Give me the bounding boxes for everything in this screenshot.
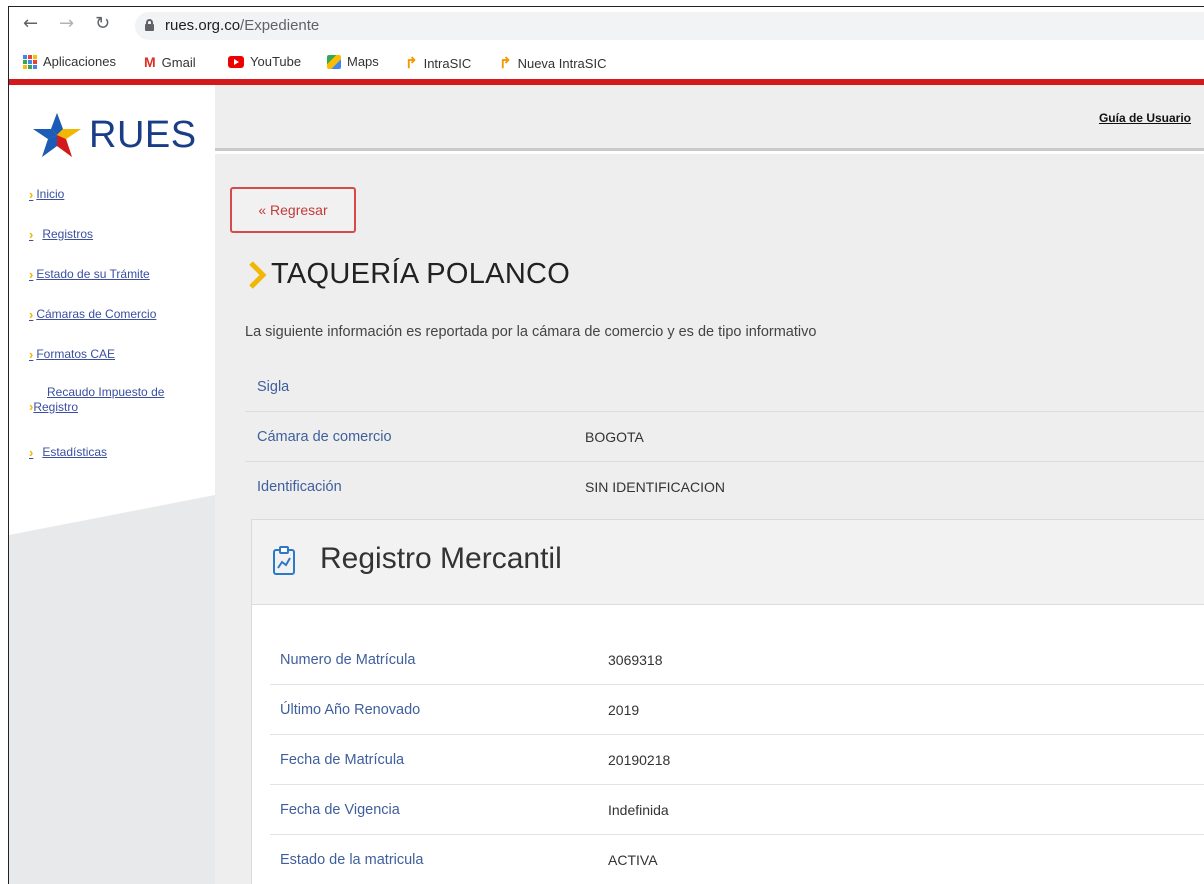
rues-logo[interactable]: RUES xyxy=(31,111,197,159)
main-content: « Regresar TAQUERÍA POLANCO La siguiente… xyxy=(215,154,1204,884)
sidebar-item-registros[interactable]: › Registros xyxy=(29,227,93,242)
maps-icon xyxy=(327,54,341,69)
sidebar-item-recaudo[interactable]: Recaudo Impuesto de ›Registro xyxy=(29,385,164,414)
registro-row: Fecha de Matrícula 20190218 xyxy=(270,735,1204,785)
logo-text: RUES xyxy=(89,113,197,156)
site-header: Guía de Usuario xyxy=(215,85,1204,151)
registro-row: Último Año Renovado 2019 xyxy=(270,685,1204,735)
rues-star-icon xyxy=(33,113,81,157)
user-guide-link[interactable]: Guía de Usuario xyxy=(1099,111,1191,125)
card-header: Registro Mercantil xyxy=(252,520,1204,605)
page-title-row: TAQUERÍA POLANCO xyxy=(247,258,570,291)
address-bar[interactable]: rues.org.co/Expediente xyxy=(135,12,1204,40)
registro-row: Estado de la matricula ACTIVA xyxy=(270,835,1204,884)
bookmark-nueva-intrasic[interactable]: ↱ Nueva IntraSIC xyxy=(499,54,606,72)
card-title: Registro Mercantil xyxy=(320,542,562,575)
sidebar: RUES › Inicio › Registros › Estado de su… xyxy=(9,85,215,884)
info-row-sigla: Sigla xyxy=(245,362,1204,412)
chevron-right-icon xyxy=(249,260,267,289)
sidebar-item-estadisticas[interactable]: › Estadísticas xyxy=(29,445,107,460)
reload-icon[interactable]: ↻ xyxy=(95,13,110,34)
registro-row: Numero de Matrícula 3069318 xyxy=(270,635,1204,685)
sidebar-panel xyxy=(9,85,215,535)
bookmark-maps[interactable]: Maps xyxy=(327,54,379,69)
apps-grid-icon xyxy=(23,54,37,69)
intrasic-icon: ↱ xyxy=(405,55,418,72)
forward-arrow-icon[interactable]: → xyxy=(59,13,74,34)
chevron-right-icon: › xyxy=(29,267,34,282)
bookmarks-bar: Aplicaciones M Gmail YouTube Maps ↱ Intr… xyxy=(9,45,1204,79)
chevron-right-icon: › xyxy=(29,307,34,322)
bookmark-gmail[interactable]: M Gmail xyxy=(144,54,196,70)
info-row-identificacion: Identificación SIN IDENTIFICACION xyxy=(257,479,726,495)
sidebar-item-estado-tramite[interactable]: › Estado de su Trámite xyxy=(29,267,150,282)
lock-icon xyxy=(145,19,154,31)
intrasic-icon: ↱ xyxy=(499,55,512,72)
sidebar-item-camaras[interactable]: › Cámaras de Comercio xyxy=(29,307,156,322)
gmail-icon: M xyxy=(144,54,156,70)
url-text[interactable]: rues.org.co/Expediente xyxy=(165,17,319,34)
clipboard-chart-icon xyxy=(273,546,295,575)
registro-mercantil-card: Registro Mercantil Numero de Matrícula 3… xyxy=(251,519,1204,884)
bookmark-intrasic[interactable]: ↱ IntraSIC xyxy=(405,54,471,72)
chevron-right-icon: › xyxy=(29,445,34,460)
chevron-right-icon: › xyxy=(29,187,34,202)
page-title: TAQUERÍA POLANCO xyxy=(271,258,571,290)
chevron-right-icon: › xyxy=(29,227,34,242)
chevron-right-icon: › xyxy=(29,347,34,362)
youtube-icon xyxy=(228,55,244,68)
bookmark-apps[interactable]: Aplicaciones xyxy=(23,54,116,69)
back-button[interactable]: « Regresar xyxy=(230,187,356,233)
address-row: ← → ↻ rues.org.co/Expediente xyxy=(9,7,1204,45)
browser-window: ← → ↻ rues.org.co/Expediente Aplicacione… xyxy=(8,6,1204,884)
registro-row: Fecha de Vigencia Indefinida xyxy=(270,785,1204,835)
back-arrow-icon[interactable]: ← xyxy=(23,13,38,34)
sidebar-item-formatos-cae[interactable]: › Formatos CAE xyxy=(29,347,115,362)
info-disclaimer: La siguiente información es reportada po… xyxy=(245,324,817,340)
sidebar-item-inicio[interactable]: › Inicio xyxy=(29,187,64,202)
info-row-camara: Cámara de comercio BOGOTA xyxy=(245,412,1204,462)
bookmark-youtube[interactable]: YouTube xyxy=(228,54,301,69)
